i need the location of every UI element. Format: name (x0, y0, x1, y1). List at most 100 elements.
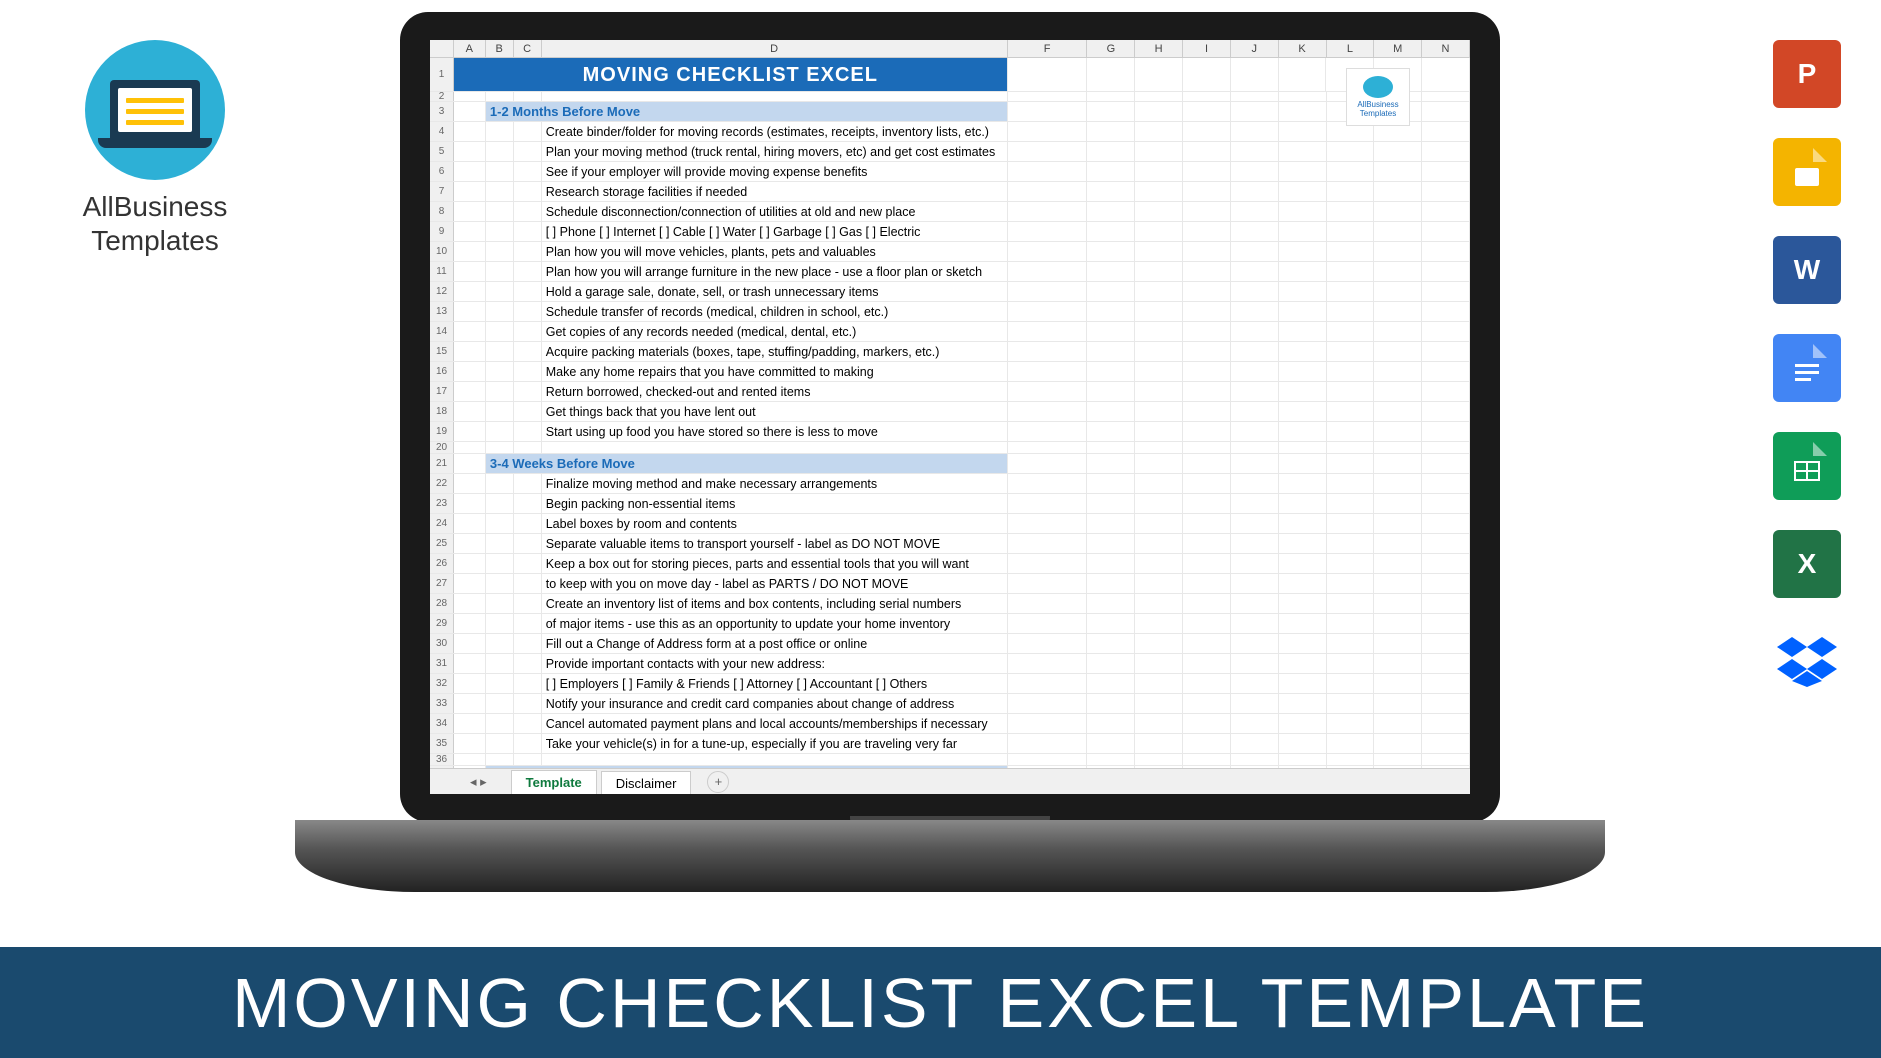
cell[interactable] (1231, 514, 1279, 533)
cell[interactable] (1008, 422, 1088, 441)
cell[interactable] (1422, 534, 1470, 553)
cell[interactable] (1327, 262, 1375, 281)
cell[interactable] (1231, 442, 1279, 453)
cell[interactable] (1135, 202, 1183, 221)
row-number[interactable]: 10 (430, 242, 454, 261)
cell[interactable] (1135, 574, 1183, 593)
cell[interactable] (454, 162, 486, 181)
cell[interactable] (1422, 102, 1470, 121)
row-number[interactable]: 25 (430, 534, 454, 553)
cell[interactable] (1087, 142, 1135, 161)
cell[interactable] (1183, 262, 1231, 281)
cell[interactable] (1279, 322, 1327, 341)
cell[interactable] (1279, 634, 1327, 653)
cell[interactable] (1183, 122, 1231, 141)
row-number[interactable]: 12 (430, 282, 454, 301)
cell[interactable]: Make any home repairs that you have comm… (542, 362, 1008, 381)
cell[interactable] (1008, 142, 1088, 161)
cell[interactable] (542, 754, 1008, 765)
cell[interactable] (1231, 554, 1279, 573)
cell[interactable] (486, 574, 514, 593)
row-number[interactable]: 26 (430, 554, 454, 573)
row-number[interactable]: 8 (430, 202, 454, 221)
cell[interactable] (1374, 182, 1422, 201)
cell[interactable] (486, 714, 514, 733)
cell[interactable] (514, 494, 542, 513)
cell[interactable] (514, 92, 542, 101)
cell[interactable] (1183, 402, 1231, 421)
cell[interactable] (1422, 382, 1470, 401)
cell[interactable] (1422, 282, 1470, 301)
row-number[interactable]: 7 (430, 182, 454, 201)
cell[interactable] (486, 634, 514, 653)
cell[interactable]: Research storage facilities if needed (542, 182, 1008, 201)
cell[interactable] (1008, 734, 1088, 753)
cell[interactable] (514, 222, 542, 241)
cell[interactable] (1374, 142, 1422, 161)
cell[interactable] (1231, 342, 1279, 361)
cell[interactable] (1087, 262, 1135, 281)
row-number[interactable]: 30 (430, 634, 454, 653)
cell[interactable] (1135, 282, 1183, 301)
google-slides-icon[interactable] (1773, 138, 1841, 206)
row-number[interactable]: 20 (430, 442, 454, 453)
cell[interactable] (1087, 242, 1135, 261)
cell[interactable] (454, 694, 486, 713)
cell[interactable] (1279, 674, 1327, 693)
cell[interactable] (1087, 362, 1135, 381)
row-number[interactable]: 28 (430, 594, 454, 613)
cell[interactable] (454, 322, 486, 341)
cell[interactable] (1008, 442, 1088, 453)
row-number[interactable]: 11 (430, 262, 454, 281)
cell[interactable] (1135, 402, 1183, 421)
cell[interactable]: Schedule transfer of records (medical, c… (542, 302, 1008, 321)
cell[interactable] (1327, 182, 1375, 201)
cell[interactable] (1374, 382, 1422, 401)
cell[interactable] (1279, 382, 1327, 401)
cell[interactable] (1183, 534, 1231, 553)
cell[interactable] (1183, 142, 1231, 161)
select-all-corner[interactable] (430, 40, 454, 57)
cell[interactable] (454, 282, 486, 301)
cell[interactable]: Provide important contacts with your new… (542, 654, 1008, 673)
cell[interactable] (486, 474, 514, 493)
row-number[interactable]: 21 (430, 454, 454, 473)
powerpoint-icon[interactable]: P (1773, 40, 1841, 108)
cell[interactable] (454, 302, 486, 321)
cell[interactable] (1231, 162, 1279, 181)
cell[interactable] (1374, 222, 1422, 241)
cell[interactable] (1374, 594, 1422, 613)
cell[interactable] (1279, 402, 1327, 421)
cell[interactable] (1087, 454, 1135, 473)
cell[interactable] (454, 634, 486, 653)
cell[interactable] (1422, 242, 1470, 261)
cell[interactable] (486, 202, 514, 221)
cell[interactable] (486, 322, 514, 341)
cell[interactable] (1327, 442, 1375, 453)
cell[interactable] (1183, 754, 1231, 765)
cell[interactable]: Fill out a Change of Address form at a p… (542, 634, 1008, 653)
cell[interactable]: 3-4 Weeks Before Move (486, 454, 1008, 473)
cell[interactable] (514, 422, 542, 441)
cell[interactable] (1279, 754, 1327, 765)
cell[interactable] (1327, 362, 1375, 381)
cell[interactable] (1231, 58, 1279, 91)
cell[interactable] (1231, 102, 1279, 121)
cell[interactable] (1183, 442, 1231, 453)
cell[interactable] (1135, 694, 1183, 713)
row-number[interactable]: 2 (430, 92, 454, 101)
cell[interactable] (1135, 102, 1183, 121)
cell[interactable] (1135, 302, 1183, 321)
cell[interactable] (514, 202, 542, 221)
row-number[interactable]: 22 (430, 474, 454, 493)
cell[interactable] (486, 162, 514, 181)
cell[interactable] (1422, 322, 1470, 341)
cell[interactable]: Separate valuable items to transport you… (542, 534, 1008, 553)
cell[interactable] (1087, 514, 1135, 533)
row-number[interactable]: 14 (430, 322, 454, 341)
cell[interactable] (454, 202, 486, 221)
cell[interactable] (1422, 594, 1470, 613)
add-sheet-button[interactable]: + (707, 771, 729, 793)
cell[interactable] (1374, 302, 1422, 321)
cell[interactable] (1327, 302, 1375, 321)
